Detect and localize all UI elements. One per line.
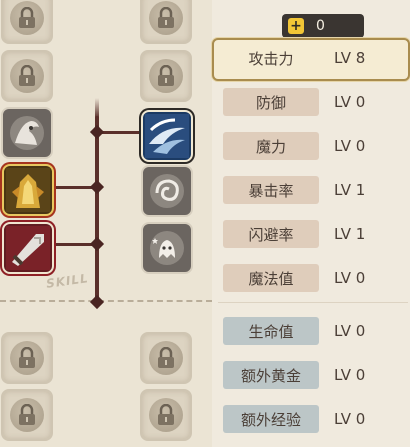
stat-level: LV 8 bbox=[334, 49, 366, 67]
lock-icon bbox=[149, 341, 183, 375]
divider-line bbox=[218, 302, 408, 303]
skill-point-counter: + 0 bbox=[282, 14, 364, 38]
lock-icon bbox=[10, 341, 44, 375]
branch-line bbox=[95, 116, 99, 302]
branch-node bbox=[89, 179, 105, 195]
lock-icon bbox=[10, 59, 44, 93]
whirlwind-icon bbox=[150, 174, 184, 208]
locked-skill-slot[interactable] bbox=[1, 0, 53, 44]
stat-level: LV 0 bbox=[334, 93, 366, 111]
locked-skill-slot[interactable] bbox=[140, 50, 192, 102]
divider-line bbox=[0, 300, 212, 302]
stat-level: LV 0 bbox=[334, 137, 366, 155]
skill-point-value: 0 bbox=[316, 18, 325, 34]
lock-icon bbox=[149, 59, 183, 93]
stat-label: 暴击率 bbox=[223, 176, 319, 204]
branch-node bbox=[89, 236, 105, 252]
stat-label: 防御 bbox=[223, 88, 319, 116]
skill-tree-label: SKILL bbox=[45, 271, 90, 291]
stat-label: 额外黄金 bbox=[223, 361, 319, 389]
wind-slash-icon bbox=[145, 114, 189, 158]
lock-icon bbox=[10, 1, 44, 35]
stat-row-magic-power[interactable]: 魔力 LV 0 bbox=[212, 126, 410, 169]
stat-row-extra-exp[interactable]: 额外经验 LV 0 bbox=[212, 399, 410, 442]
lock-icon bbox=[149, 398, 183, 432]
lock-icon bbox=[10, 398, 44, 432]
stat-panel: + 0 攻击力 LV 8 防御 LV 0 魔力 LV 0 暴击率 LV 1 闪避… bbox=[212, 0, 410, 447]
skill-slot-golden-armor[interactable] bbox=[2, 164, 54, 216]
stat-label: 生命值 bbox=[223, 317, 319, 345]
stat-level: LV 1 bbox=[334, 225, 366, 243]
sparkle-ghost-icon bbox=[150, 231, 184, 265]
stat-label: 魔法值 bbox=[223, 264, 319, 292]
stat-row-health[interactable]: 生命值 LV 0 bbox=[212, 311, 410, 354]
stat-level: LV 0 bbox=[334, 366, 366, 384]
stat-row-dodge-rate[interactable]: 闪避率 LV 1 bbox=[212, 214, 410, 257]
stat-row-defense[interactable]: 防御 LV 0 bbox=[212, 82, 410, 125]
stat-row-mana[interactable]: 魔法值 LV 0 bbox=[212, 258, 410, 301]
stat-row-attack[interactable]: 攻击力 LV 8 bbox=[212, 38, 410, 81]
locked-skill-slot[interactable] bbox=[1, 389, 53, 441]
stat-level: LV 0 bbox=[334, 410, 366, 428]
golden-armor-icon bbox=[6, 168, 50, 212]
lock-icon bbox=[149, 1, 183, 35]
skill-slot-whirlwind[interactable] bbox=[141, 165, 193, 217]
branch-node bbox=[89, 124, 105, 140]
skill-slot-shadow-figure[interactable] bbox=[1, 107, 53, 159]
stat-row-extra-gold[interactable]: 额外黄金 LV 0 bbox=[212, 355, 410, 398]
skill-slot-heavy-blade[interactable] bbox=[2, 222, 54, 274]
skill-tree: SKILL bbox=[0, 0, 212, 447]
stat-label: 额外经验 bbox=[223, 405, 319, 433]
locked-skill-slot[interactable] bbox=[140, 389, 192, 441]
branch-node bbox=[89, 294, 105, 310]
locked-skill-slot[interactable] bbox=[140, 0, 192, 44]
skill-slot-wind-slash[interactable] bbox=[141, 110, 193, 162]
plus-coin-icon: + bbox=[288, 18, 304, 34]
stat-level: LV 1 bbox=[334, 181, 366, 199]
branch-line bbox=[95, 98, 99, 118]
stat-label: 魔力 bbox=[223, 132, 319, 160]
stat-level: LV 0 bbox=[334, 269, 366, 287]
skill-slot-sparkle-ghost[interactable] bbox=[141, 222, 193, 274]
locked-skill-slot[interactable] bbox=[1, 332, 53, 384]
stat-label: 闪避率 bbox=[223, 220, 319, 248]
heavy-blade-icon bbox=[6, 226, 50, 270]
stat-level: LV 0 bbox=[334, 322, 366, 340]
shadow-figure-icon bbox=[10, 116, 44, 150]
locked-skill-slot[interactable] bbox=[1, 50, 53, 102]
stat-label: 攻击力 bbox=[248, 49, 294, 68]
stat-row-crit-rate[interactable]: 暴击率 LV 1 bbox=[212, 170, 410, 213]
locked-skill-slot[interactable] bbox=[140, 332, 192, 384]
